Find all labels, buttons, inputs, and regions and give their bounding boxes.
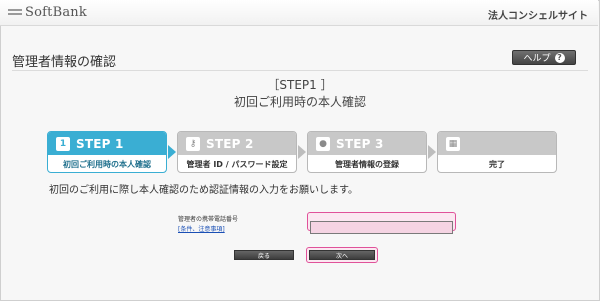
step-arrow-icon: [298, 145, 306, 159]
checkered-flag-icon: ▦: [446, 136, 460, 151]
next-button[interactable]: 次へ: [309, 250, 375, 260]
step-arrow-icon: [428, 145, 436, 159]
logo-mark-icon: [8, 8, 22, 18]
step-subtitle: 初回ご利用時の本人確認: [233, 95, 366, 109]
logo-text: SoftBank: [25, 5, 87, 20]
help-button-label: ヘルプ: [523, 54, 551, 64]
step-number: STEP 1: [76, 136, 124, 151]
phone-field-highlight: [307, 212, 456, 234]
back-button[interactable]: 戻る: [234, 250, 294, 260]
step-number: STEP 3: [336, 136, 384, 151]
help-button[interactable]: ヘルプ ?: [512, 50, 576, 65]
step-number: STEP 2: [206, 136, 254, 151]
conditions-link[interactable]: [条件、注意事項]: [178, 224, 225, 233]
softbank-logo[interactable]: SoftBank: [8, 5, 87, 20]
step-label: 管理者情報の登録: [335, 160, 399, 169]
title-divider: [12, 70, 588, 71]
step-1: 1 STEP 1 初回ご利用時の本人確認: [47, 131, 167, 173]
key-icon: ⚷: [186, 136, 200, 151]
step-label: 初回ご利用時の本人確認: [63, 160, 151, 169]
step-label: 完了: [489, 160, 505, 169]
id-card-icon: 1: [56, 136, 70, 151]
phone-field-label: 管理者の携帯電話番号: [178, 216, 239, 223]
phone-input[interactable]: [310, 221, 453, 234]
question-icon: ?: [554, 52, 565, 63]
step-label: 管理者 ID / パスワード設定: [186, 160, 288, 169]
instruction-text: 初回のご利用に際し本人確認のため認証情報の入力をお願いします。: [49, 185, 358, 196]
site-header: SoftBank 法人コンシェルサイト: [0, 0, 598, 26]
site-name: 法人コンシェルサイト: [488, 11, 588, 22]
step-arrow-icon: [168, 145, 176, 159]
step-3: ● STEP 3 管理者情報の登録: [307, 131, 427, 173]
step-complete: ▦ 完了: [437, 131, 557, 173]
step-heading: ［STEP1 ］: [267, 78, 333, 92]
step-2: ⚷ STEP 2 管理者 ID / パスワード設定: [177, 131, 297, 173]
person-icon: ●: [316, 136, 330, 151]
page-title: 管理者情報の確認: [12, 55, 117, 70]
